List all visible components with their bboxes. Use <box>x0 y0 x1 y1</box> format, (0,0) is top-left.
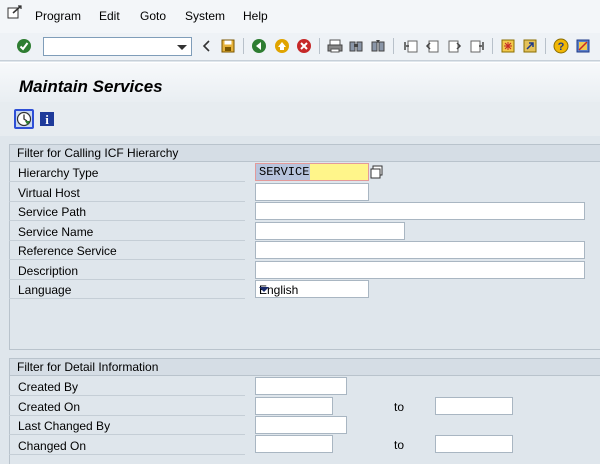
standard-toolbar: ? <box>0 33 600 61</box>
save-icon[interactable] <box>219 37 237 55</box>
enter-icon[interactable] <box>15 37 33 55</box>
created-on-from-field[interactable] <box>255 397 333 415</box>
page-title: Maintain Services <box>19 77 163 96</box>
language-label: Language <box>18 283 72 297</box>
created-by-input[interactable] <box>256 378 346 394</box>
last-changed-by-row: Last Changed By <box>9 416 245 435</box>
changed-on-label: Changed On <box>18 439 87 453</box>
service-name-field[interactable] <box>255 222 405 240</box>
back-arrow-icon[interactable] <box>198 37 216 55</box>
toolbar-separator <box>393 38 394 54</box>
hierarchy-type-label: Hierarchy Type <box>18 166 99 180</box>
description-field[interactable] <box>255 261 585 279</box>
menu-system[interactable]: System <box>185 9 225 23</box>
reference-service-label: Reference Service <box>18 244 117 258</box>
changed-on-to-label: to <box>394 438 405 452</box>
virtual-host-input[interactable] <box>256 184 368 200</box>
service-path-field[interactable] <box>255 202 585 220</box>
reference-service-input[interactable] <box>256 242 584 258</box>
toolbar-separator <box>243 38 244 54</box>
created-by-row: Created By <box>9 377 245 396</box>
execute-button[interactable] <box>14 109 34 129</box>
service-name-label: Service Name <box>18 225 94 239</box>
help-icon[interactable]: ? <box>552 37 570 55</box>
toolbar-separator <box>545 38 546 54</box>
last-changed-by-input[interactable] <box>256 417 346 433</box>
customize-layout-icon[interactable] <box>574 37 592 55</box>
service-path-input[interactable] <box>256 203 584 219</box>
menu-bar: Program Edit Goto System Help <box>0 0 600 33</box>
next-page-icon[interactable] <box>446 37 464 55</box>
menu-goto[interactable]: Goto <box>140 9 166 23</box>
print-icon[interactable] <box>326 37 344 55</box>
description-label: Description <box>18 264 79 278</box>
svg-text:?: ? <box>558 41 565 53</box>
hierarchy-type-field[interactable] <box>255 163 369 181</box>
first-page-icon[interactable] <box>402 37 420 55</box>
menu-program[interactable]: Program <box>35 9 81 23</box>
virtual-host-row: Virtual Host <box>9 183 245 202</box>
cancel-icon[interactable] <box>295 37 313 55</box>
language-row: Language <box>9 280 245 299</box>
panel-title: Filter for Detail Information <box>10 359 600 376</box>
reference-service-field[interactable] <box>255 241 585 259</box>
command-field[interactable] <box>43 37 192 56</box>
created-on-to-field[interactable] <box>435 397 513 415</box>
execute-icon <box>16 111 32 127</box>
description-row: Description <box>9 261 245 280</box>
title-area: Maintain Services <box>0 62 600 102</box>
service-name-input[interactable] <box>256 223 404 239</box>
exit-icon[interactable] <box>273 37 291 55</box>
reference-service-row: Reference Service <box>9 241 245 260</box>
created-on-from-input[interactable] <box>256 398 332 414</box>
menu-help[interactable]: Help <box>243 9 268 23</box>
language-dropdown[interactable]: English <box>255 280 369 298</box>
toolbar-separator <box>492 38 493 54</box>
changed-on-to-field[interactable] <box>435 435 513 453</box>
hierarchy-type-input[interactable] <box>256 164 368 180</box>
previous-page-icon[interactable] <box>423 37 441 55</box>
shortcut-icon[interactable] <box>521 37 539 55</box>
last-changed-by-label: Last Changed By <box>18 419 111 433</box>
service-name-row: Service Name <box>9 222 245 241</box>
created-by-label: Created By <box>18 380 79 394</box>
service-path-row: Service Path <box>9 202 245 221</box>
toolbar-separator <box>319 38 320 54</box>
changed-on-to-input[interactable] <box>436 436 512 452</box>
hierarchy-type-row: Hierarchy Type <box>9 163 245 182</box>
changed-on-from-field[interactable] <box>255 435 333 453</box>
last-page-icon[interactable] <box>468 37 486 55</box>
virtual-host-field[interactable] <box>255 183 369 201</box>
created-by-field[interactable] <box>255 377 347 395</box>
created-on-label: Created On <box>18 400 81 414</box>
value-help-icon[interactable] <box>370 165 384 179</box>
info-button[interactable]: i <box>37 109 57 129</box>
created-on-to-input[interactable] <box>436 398 512 414</box>
created-on-to-label: to <box>394 400 405 414</box>
menu-edit[interactable]: Edit <box>99 9 120 23</box>
virtual-host-label: Virtual Host <box>18 186 80 200</box>
last-changed-by-field[interactable] <box>255 416 347 434</box>
svg-text:i: i <box>45 112 49 127</box>
new-session-icon[interactable] <box>499 37 517 55</box>
chevron-down-icon[interactable] <box>259 287 269 292</box>
find-icon[interactable] <box>347 37 365 55</box>
command-input[interactable] <box>44 38 172 55</box>
service-path-label: Service Path <box>18 205 87 219</box>
chevron-down-icon[interactable] <box>177 45 187 50</box>
changed-on-row: Changed On <box>9 436 245 455</box>
description-input[interactable] <box>256 262 584 278</box>
find-next-icon[interactable] <box>369 37 387 55</box>
back-icon[interactable] <box>250 37 268 55</box>
panel-title: Filter for Calling ICF Hierarchy <box>10 145 600 162</box>
created-on-row: Created On <box>9 397 245 416</box>
info-icon: i <box>40 112 54 127</box>
system-menu-icon[interactable] <box>7 5 23 19</box>
changed-on-from-input[interactable] <box>256 436 332 452</box>
application-toolbar: i <box>0 102 600 136</box>
